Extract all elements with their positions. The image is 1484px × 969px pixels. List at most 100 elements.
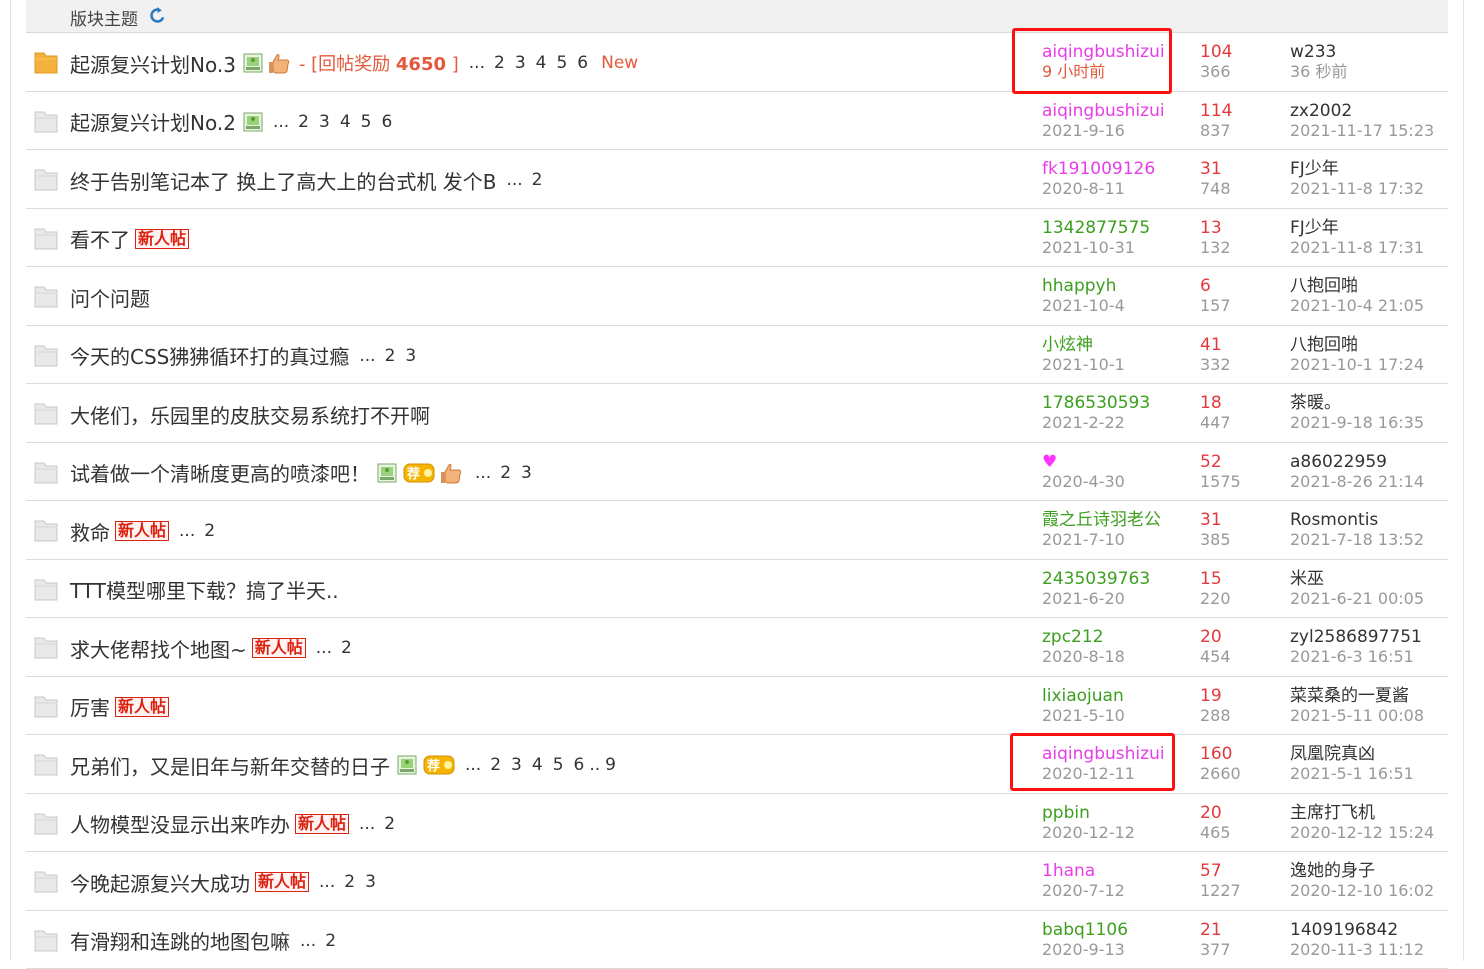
last-post-time[interactable]: 2021-9-18 16:35 [1290,413,1450,433]
last-post-time[interactable]: 2020-11-3 11:12 [1290,940,1450,960]
page-link[interactable]: 4 [536,53,547,73]
thread-title-link[interactable]: 今天的CSS狒狒循环打的真过瘾 [70,341,349,370]
thread-title-link[interactable]: 起源复兴计划No.2 [70,107,236,136]
thread-title-link[interactable]: 终于告别笔记本了 换上了高大上的台式机 发个B [70,166,496,195]
last-poster[interactable]: FJ少年 [1290,159,1450,179]
refresh-icon[interactable] [149,7,166,24]
page-link[interactable]: 2 [500,463,511,483]
thread-row[interactable]: 试着做一个清晰度更高的喷漆吧！荐...23♥2020-4-30521575a86… [26,443,1448,502]
author-name[interactable]: 1342877575 [1042,218,1182,238]
author-name[interactable]: 小炫神 [1042,335,1182,355]
last-poster[interactable]: Rosmontis [1290,510,1450,530]
last-poster[interactable]: 米巫 [1290,569,1450,589]
thread-row[interactable]: 求大佬帮找个地图~新人帖...2zpc2122020-8-1820454zyl2… [26,618,1448,677]
last-post-time[interactable]: 2020-12-12 15:24 [1290,823,1450,843]
page-link[interactable]: 3 [521,463,532,483]
thread-title-link[interactable]: 起源复兴计划No.3 [70,49,236,78]
last-post-time[interactable]: 2021-11-17 15:23 [1290,121,1450,141]
page-link[interactable]: 4 [340,112,351,132]
page-link[interactable]: 2 [325,931,336,951]
thread-row[interactable]: 人物模型没显示出来咋办新人帖...2ppbin2020-12-1220465主席… [26,794,1448,853]
page-link[interactable]: 2 [490,755,501,775]
last-poster[interactable]: 菜菜桑的一夏酱 [1290,686,1450,706]
author-name[interactable]: hhappyh [1042,276,1182,296]
thread-title-link[interactable]: 厉害 [70,692,110,721]
page-link[interactable]: 2 [298,112,309,132]
page-link[interactable]: 3 [511,755,522,775]
page-link[interactable]: 5 [361,112,372,132]
page-link[interactable]: 2 [344,872,355,892]
page-link-last[interactable]: 9 [605,755,616,775]
thread-row[interactable]: 救命新人帖...2霞之丘诗羽老公2021-7-1031385Rosmontis2… [26,501,1448,560]
last-poster[interactable]: w233 [1290,42,1450,62]
last-poster[interactable]: zx2002 [1290,101,1450,121]
author-name[interactable]: aiqingbushizui [1042,101,1182,121]
thread-title-link[interactable]: 今晚起源复兴大成功 [70,868,250,897]
last-poster[interactable]: a86022959 [1290,452,1450,472]
thread-row[interactable]: 看不了新人帖13428775752021-10-3113132FJ少年2021-… [26,209,1448,268]
last-post-time[interactable]: 2021-10-4 21:05 [1290,296,1450,316]
thread-row[interactable]: 终于告别笔记本了 换上了高大上的台式机 发个B...2fk19100912620… [26,150,1448,209]
last-post-time[interactable]: 2021-10-1 17:24 [1290,355,1450,375]
last-poster[interactable]: 八抱回啪 [1290,335,1450,355]
author-name[interactable]: 1hana [1042,861,1182,881]
last-post-time[interactable]: 2021-5-1 16:51 [1290,764,1450,784]
author-name[interactable]: fk191009126 [1042,159,1182,179]
page-link[interactable]: 5 [556,53,567,73]
last-poster[interactable]: 逸她的身子 [1290,861,1450,881]
page-link[interactable]: 4 [532,755,543,775]
thread-title-link[interactable]: 求大佬帮找个地图~ [70,634,247,663]
page-link[interactable]: 3 [515,53,526,73]
page-link[interactable]: 2 [385,346,396,366]
thread-title-link[interactable]: 兄弟们，又是旧年与新年交替的日子 [70,751,390,780]
last-poster[interactable]: 主席打飞机 [1290,803,1450,823]
last-poster[interactable]: 八抱回啪 [1290,276,1450,296]
last-post-time[interactable]: 2021-6-3 16:51 [1290,647,1450,667]
thread-title-link[interactable]: 人物模型没显示出来咋办 [70,809,290,838]
author-name[interactable]: zpc212 [1042,627,1182,647]
thread-row[interactable]: 大佬们，乐园里的皮肤交易系统打不开啊17865305932021-2-22184… [26,384,1448,443]
thread-row[interactable]: 今天的CSS狒狒循环打的真过瘾...23小炫神2021-10-141332八抱回… [26,326,1448,385]
page-link[interactable]: 2 [384,814,395,834]
thread-row[interactable]: 兄弟们，又是旧年与新年交替的日子荐...23456..9aiqingbushiz… [26,735,1448,794]
thread-title-link[interactable]: 问个问题 [70,283,150,312]
page-link[interactable]: 3 [405,346,416,366]
last-post-time[interactable]: 2021-8-26 21:14 [1290,472,1450,492]
last-poster[interactable]: FJ少年 [1290,218,1450,238]
page-link[interactable]: 2 [532,170,543,190]
last-poster[interactable]: zyl2586897751 [1290,627,1450,647]
last-post-time[interactable]: 2021-7-18 13:52 [1290,530,1450,550]
page-link[interactable]: 2 [341,638,352,658]
thread-title-link[interactable]: TTT模型哪里下载？搞了半天.. [70,575,339,604]
thread-title-link[interactable]: 看不了 [70,224,130,253]
author-name[interactable]: ppbin [1042,803,1182,823]
thread-title-link[interactable]: 试着做一个清晰度更高的喷漆吧！ [70,458,370,487]
thread-row[interactable]: 起源复兴计划No.3- [回帖奖励 4650 ]...23456Newaiqin… [26,33,1448,92]
last-post-time[interactable]: 2021-11-8 17:31 [1290,238,1450,258]
author-name[interactable]: 1786530593 [1042,393,1182,413]
page-link[interactable]: 3 [319,112,330,132]
last-post-time[interactable]: 2021-11-8 17:32 [1290,179,1450,199]
page-link[interactable]: 2 [204,521,215,541]
thread-row[interactable]: 问个问题hhappyh2021-10-46157八抱回啪2021-10-4 21… [26,267,1448,326]
thread-title-link[interactable]: 救命 [70,517,110,546]
thread-row[interactable]: 起源复兴计划No.2...23456aiqingbushizui2021-9-1… [26,92,1448,151]
last-poster[interactable]: 凤凰院真凶 [1290,744,1450,764]
last-poster[interactable]: 1409196842 [1290,920,1450,940]
thread-row[interactable]: 厉害新人帖lixiaojuan2021-5-1019288菜菜桑的一夏酱2021… [26,677,1448,736]
author-name[interactable]: babq1106 [1042,920,1182,940]
last-post-time[interactable]: 2021-5-11 00:08 [1290,706,1450,726]
heart-icon[interactable]: ♥ [1042,452,1182,472]
last-post-time[interactable]: 2020-12-10 16:02 [1290,881,1450,901]
page-link[interactable]: 5 [553,755,564,775]
author-name[interactable]: 霞之丘诗羽老公 [1042,510,1182,530]
page-link[interactable]: 3 [365,872,376,892]
last-post-time[interactable]: 2021-6-21 00:05 [1290,589,1450,609]
thread-row[interactable]: 有滑翔和连跳的地图包嘛...2babq11062020-9-1321377140… [26,911,1448,969]
author-name[interactable]: lixiaojuan [1042,686,1182,706]
thread-row[interactable]: 今晚起源复兴大成功新人帖...231hana2020-7-12571227逸她的… [26,852,1448,911]
page-link[interactable]: 6 [577,53,588,73]
page-link[interactable]: 2 [494,53,505,73]
last-post-time[interactable]: 36 秒前 [1290,62,1450,82]
last-poster[interactable]: 茶暖。 [1290,393,1450,413]
